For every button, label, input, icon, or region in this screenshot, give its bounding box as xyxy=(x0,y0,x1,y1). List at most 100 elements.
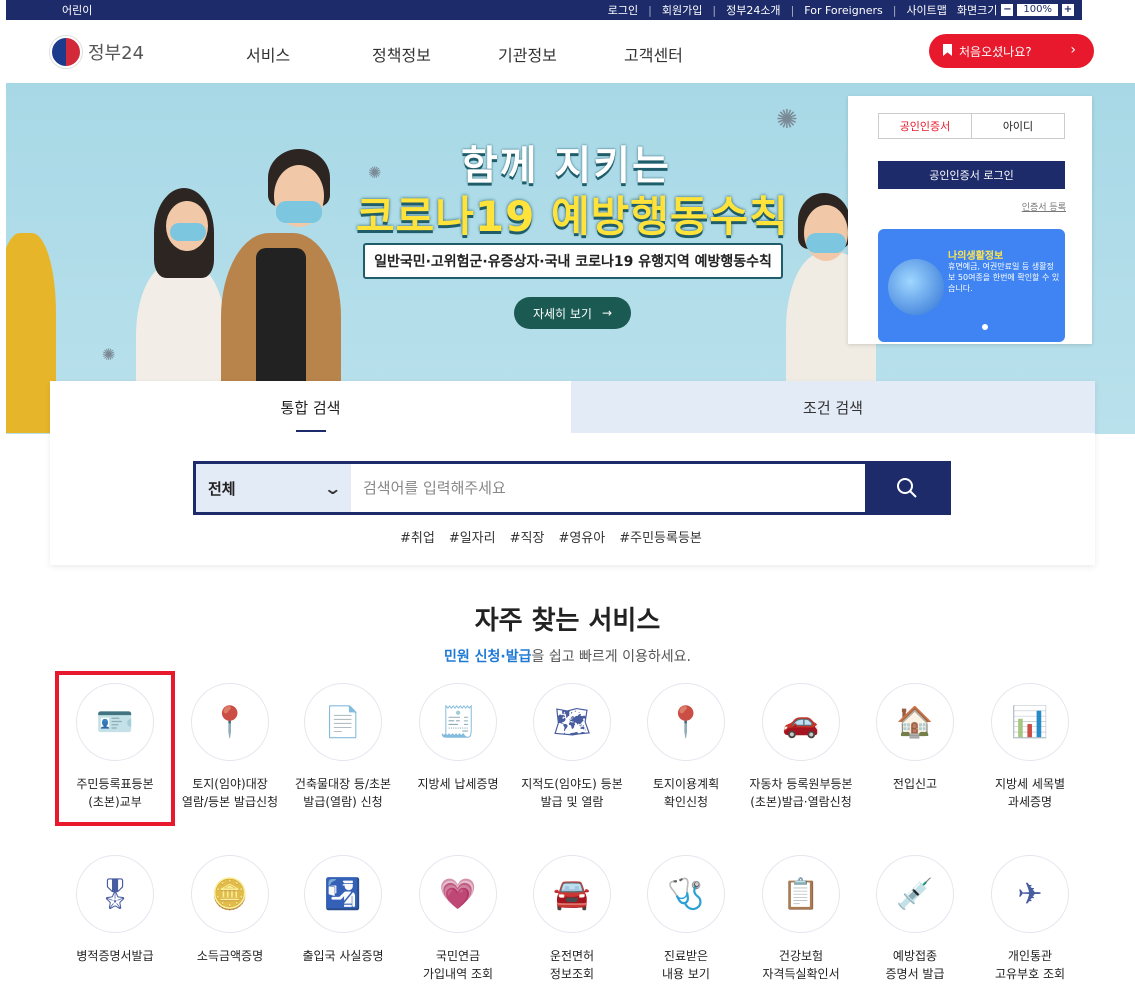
first-visit-label: 처음오셨나요? xyxy=(959,44,1032,59)
menu-agency[interactable]: 기관정보 xyxy=(498,42,624,66)
zoom-label: 화면크기 xyxy=(956,4,998,17)
site-logo[interactable]: 정부24 xyxy=(50,36,144,68)
foreigners-link[interactable]: For Foreigners xyxy=(804,4,882,17)
service-label-line2: 자격득실확인서 xyxy=(762,967,840,981)
hero-subtitle: 일반국민·고위험군·유증상자·국내 코로나19 유행지역 예방행동수칙 xyxy=(363,243,783,279)
certificate-register-link[interactable]: 인증서 등록 xyxy=(1022,200,1066,213)
land-use-map-icon: 📍 xyxy=(647,683,725,761)
tab-certificate[interactable]: 공인인증서 xyxy=(879,114,972,138)
hero-title-line2: 코로나19 예방행동수칙 xyxy=(356,192,789,241)
service-label-line2: 과세증명 xyxy=(1007,795,1053,809)
menu-services[interactable]: 서비스 xyxy=(246,42,372,66)
login-link[interactable]: 로그인 xyxy=(608,2,638,18)
search-category-select[interactable]: 전체 ⌄ xyxy=(196,464,351,512)
service-label: 개인통관 고유부호 조회 xyxy=(975,947,1085,983)
service-item[interactable]: 🏠 전입신고 xyxy=(860,683,970,793)
tax-doc-icon: 🧾 xyxy=(419,683,497,761)
about-link[interactable]: 정부24소개 xyxy=(726,2,780,18)
medical-record-icon: 🩺 xyxy=(647,855,725,933)
taegeuk-logo-icon xyxy=(50,36,82,68)
search-button[interactable] xyxy=(865,464,948,512)
frequent-services-subtitle: 민원 신청·발급을 쉽고 빠르게 이용하세요. xyxy=(0,646,1135,666)
main-header: 정부24 서비스 정책정보 기관정보 고객센터 처음오셨나요? › xyxy=(0,22,1135,82)
service-item[interactable]: 🧾 지방세 납세증명 xyxy=(403,683,513,793)
service-label: 자동차 등록원부등본 (초본)발급·열람신청 xyxy=(746,775,856,811)
service-label-line1: 건강보험 xyxy=(778,949,824,963)
arrow-right-icon: → xyxy=(601,306,613,320)
service-item[interactable]: 📋 건강보험자격득실확인서 xyxy=(746,855,856,983)
building-doc-search-icon: 📄 xyxy=(304,683,382,761)
service-item[interactable]: 📍 토지(임야)대장 열람/등본 발급신청 xyxy=(175,683,285,811)
service-item[interactable]: 🚘 운전면허 정보조회 xyxy=(517,855,627,983)
kids-link[interactable]: 어린이 xyxy=(62,2,92,18)
tab-integrated-search[interactable]: 통합 검색 xyxy=(50,381,571,433)
service-label: 전입신고 xyxy=(860,775,970,793)
service-item[interactable]: 📊 지방세 세목별 과세증명 xyxy=(975,683,1085,811)
service-item[interactable]: 🛂 출입국 사실증명 xyxy=(288,855,398,965)
tab-conditional-search[interactable]: 조건 검색 xyxy=(571,381,1095,433)
customs-code-icon: ✈ xyxy=(991,855,1069,933)
search-category-value: 전체 xyxy=(208,479,236,498)
health-insurance-icon: 📋 xyxy=(762,855,840,933)
hashtag[interactable]: #주민등록등본 xyxy=(619,527,702,546)
service-item[interactable]: 📍 토지이용계획 확인신청 xyxy=(631,683,741,811)
utility-bar: 어린이 로그인 | 회원가입 | 정부24소개 | For Foreigners | 사… xyxy=(6,0,1082,20)
car-registration-icon: 🚗 xyxy=(762,683,840,761)
service-item[interactable]: 🗺 지적도(임야도) 등본 발급 및 열람 xyxy=(517,683,627,811)
tab-id[interactable]: 아이디 xyxy=(972,114,1064,138)
service-item[interactable]: ✈ 개인통관 고유부호 조회 xyxy=(975,855,1085,983)
service-item[interactable]: 🪙 소득금액증명 xyxy=(175,855,285,965)
service-label-line1: 병적증명서발급 xyxy=(76,949,154,963)
sitemap-link[interactable]: 사이트맵 xyxy=(906,2,946,18)
life-info-desc: 휴면예금, 여권만료일 등 생활정보 50여종을 한번에 확인할 수 있습니다. xyxy=(948,262,1060,293)
search-box: 전체 ⌄ xyxy=(193,461,951,515)
certificate-login-button[interactable]: 공인인증서 로그인 xyxy=(878,161,1065,189)
service-label-line1: 지적도(임야도) 등본 xyxy=(521,777,623,791)
service-label: 지방세 세목별 과세증명 xyxy=(975,775,1085,811)
carousel-dot[interactable] xyxy=(982,324,988,330)
logo-text: 정부24 xyxy=(88,43,145,64)
search-icon xyxy=(896,478,917,498)
cadastral-map-icon: 🗺 xyxy=(533,683,611,761)
service-label-line2: 정보조회 xyxy=(549,967,595,981)
zoom-in-button[interactable]: + xyxy=(1062,4,1074,16)
service-label-line1: 진료받은 xyxy=(663,949,709,963)
hashtag[interactable]: #일자리 xyxy=(449,527,496,546)
service-item[interactable]: 💗 국민연금 가입내역 조회 xyxy=(403,855,513,983)
service-item[interactable]: 🎖 병적증명서발급 xyxy=(60,855,170,965)
menu-support[interactable]: 고객센터 xyxy=(624,42,750,66)
service-label: 토지이용계획 확인신청 xyxy=(631,775,741,811)
hashtag[interactable]: #직장 xyxy=(510,527,545,546)
virus-icon: ✺ xyxy=(368,163,382,182)
income-coins-icon: 🪙 xyxy=(191,855,269,933)
main-menu: 서비스 정책정보 기관정보 고객센터 xyxy=(246,42,750,66)
service-item[interactable]: 💉 예방접종 증명서 발급 xyxy=(860,855,970,983)
zoom-value: 100% xyxy=(1017,4,1058,16)
hero-detail-button[interactable]: 자세히 보기 → xyxy=(514,297,631,329)
menu-policy[interactable]: 정책정보 xyxy=(372,42,498,66)
service-label: 진료받은내용 보기 xyxy=(631,947,741,983)
service-item[interactable]: 🩺 진료받은내용 보기 xyxy=(631,855,741,983)
signup-link[interactable]: 회원가입 xyxy=(662,2,702,18)
service-label-line2: (초본)발급·열람신청 xyxy=(750,795,852,809)
hashtag[interactable]: #영유아 xyxy=(558,527,605,546)
service-label: 지방세 납세증명 xyxy=(403,775,513,793)
life-info-card[interactable]: 나의생활정보 휴면예금, 여권만료일 등 생활정보 50여종을 한번에 확인할 … xyxy=(878,229,1065,342)
service-label-line2: 증명서 발급 xyxy=(885,967,945,981)
life-info-title: 나의생활정보 xyxy=(948,251,1004,262)
service-label-line1: 개인통관 xyxy=(1007,949,1053,963)
tab-underline xyxy=(296,430,326,432)
service-label-line2: 내용 보기 xyxy=(662,967,710,981)
service-item[interactable]: 🚗 자동차 등록원부등본 (초본)발급·열람신청 xyxy=(746,683,856,811)
hashtag[interactable]: #취업 xyxy=(400,527,435,546)
tax-chart-icon: 📊 xyxy=(991,683,1069,761)
zoom-control: 화면크기 − 100% + xyxy=(957,2,1074,18)
service-label-line1: 토지이용계획 xyxy=(652,777,720,791)
search-input[interactable] xyxy=(351,464,865,512)
first-visit-button[interactable]: 처음오셨나요? › xyxy=(929,34,1094,68)
zoom-out-button[interactable]: − xyxy=(1001,4,1014,16)
virus-icon: ✺ xyxy=(102,345,116,364)
service-item[interactable]: 📄 건축물대장 등/초본 발급(열람) 신청 xyxy=(288,683,398,811)
subtitle-rest: 을 쉽고 빠르게 이용하세요. xyxy=(531,649,691,665)
service-label: 출입국 사실증명 xyxy=(288,947,398,965)
